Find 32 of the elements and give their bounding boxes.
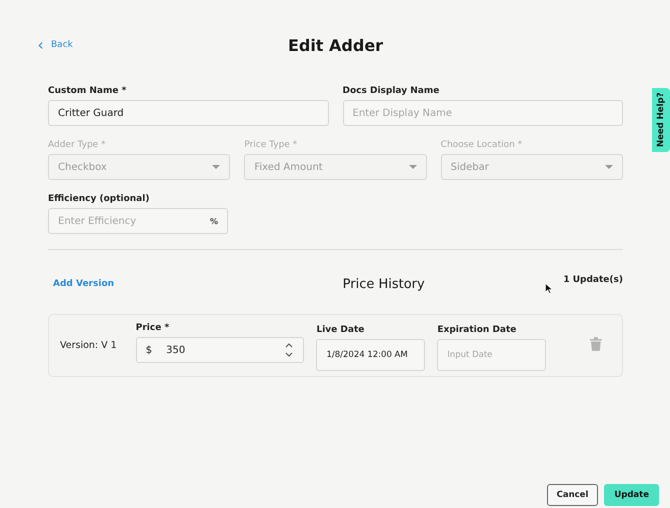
update-button[interactable]: Update — [604, 484, 659, 506]
field-label: Adder Type * — [48, 140, 107, 150]
update-count: 1 Update(s) — [563, 275, 623, 285]
field-label: Price Type * — [244, 140, 298, 150]
trash-icon[interactable] — [590, 337, 602, 351]
unit-label: % — [210, 216, 218, 226]
currency-label: $ — [146, 344, 152, 356]
version-label: Version: V 1 — [60, 340, 118, 351]
help-tab[interactable]: Need Help? — [652, 88, 670, 152]
caret-icon — [212, 165, 220, 169]
field-label: Efficiency (optional) — [48, 194, 150, 204]
section-title: Price History — [342, 276, 425, 292]
caret-icon — [604, 165, 613, 169]
dropdown: Fixed Amount — [244, 154, 427, 180]
field-label: Docs Display Name — [342, 86, 440, 96]
field-label: Live Date — [316, 325, 366, 335]
number-field[interactable]: $ 350 — [136, 337, 304, 363]
date-field[interactable]: 1/8/2024 12:00 AM — [316, 339, 426, 371]
input-field[interactable]: Enter Efficiency % — [48, 208, 228, 234]
field-label: Custom Name * — [48, 86, 128, 96]
field-label: Expiration Date — [437, 325, 518, 335]
cancel-button[interactable]: Cancel — [546, 484, 598, 506]
field-label: Price * — [136, 323, 170, 333]
stepper-icon[interactable] — [285, 342, 294, 358]
dropdown: Checkbox — [48, 154, 230, 180]
page-title: Edit Adder — [288, 36, 384, 54]
dropdown: Sidebar — [440, 154, 623, 180]
chevron-icon[interactable] — [38, 42, 43, 48]
caret-icon — [408, 165, 417, 169]
input-field[interactable]: Critter Guard — [48, 100, 328, 126]
field-label: Choose Location * — [440, 140, 524, 150]
cursor-icon — [545, 283, 553, 294]
